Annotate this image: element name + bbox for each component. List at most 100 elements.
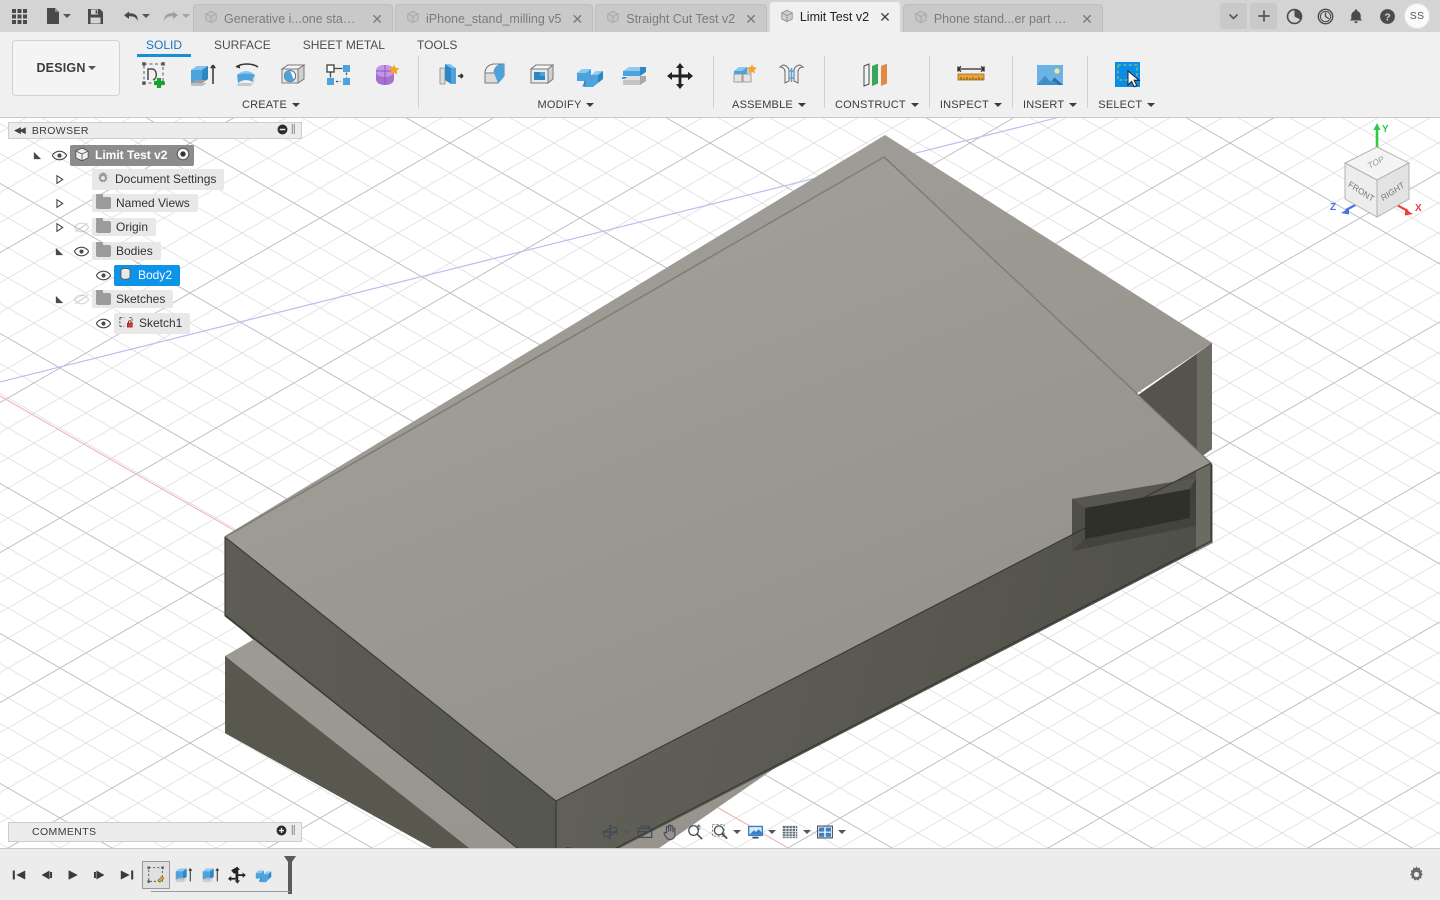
close-icon[interactable]: ✕ <box>371 12 383 26</box>
browser-node-label-wrap[interactable]: Bodies <box>92 242 161 260</box>
browser-node-origin[interactable]: Origin <box>8 215 302 239</box>
browser-node-limit-test-v2[interactable]: Limit Test v2 <box>8 143 302 167</box>
visibility-eye-icon[interactable] <box>92 270 114 281</box>
document-tab-4[interactable]: Phone stand...er part v3* ✕ <box>902 4 1103 32</box>
joint-tool[interactable] <box>770 55 814 97</box>
document-tab-3[interactable]: Limit Test v2 ✕ <box>768 1 901 32</box>
browser-node-bodies[interactable]: Bodies <box>8 239 302 263</box>
offset-plane-tool[interactable] <box>851 55 903 97</box>
ribbon-group-label-inspect[interactable]: INSPECT <box>940 99 1002 111</box>
timeline-sketch1[interactable] <box>142 860 170 889</box>
ribbon-group-label-select[interactable]: SELECT <box>1098 99 1156 111</box>
browser-node-label-wrap[interactable]: Sketch1 <box>114 312 191 334</box>
select-tool[interactable] <box>1101 55 1153 97</box>
browser-node-label-wrap[interactable]: Document Settings <box>92 168 225 190</box>
twisty-collapsed-icon[interactable] <box>48 174 70 185</box>
step-forward-button[interactable] <box>87 862 112 888</box>
notifications-bell-icon[interactable] <box>1342 3 1370 29</box>
visibility-eye-icon[interactable] <box>70 222 92 233</box>
history-clock-icon[interactable] <box>1311 3 1339 29</box>
browser-node-named-views[interactable]: Named Views <box>8 191 302 215</box>
insert-image-tool[interactable] <box>1024 55 1076 97</box>
split-face-tool[interactable] <box>613 55 657 97</box>
fit-tool[interactable] <box>708 819 742 845</box>
visibility-eye-icon[interactable] <box>70 294 92 305</box>
twisty-collapsed-icon[interactable] <box>48 222 70 233</box>
browser-node-sketch1[interactable]: Sketch1 <box>8 311 302 335</box>
add-comment-icon[interactable] <box>276 823 287 841</box>
timeline-settings-gear-icon[interactable] <box>1407 865 1426 884</box>
browser-node-label-wrap[interactable]: Sketches <box>92 290 174 308</box>
ribbon-group-label-assemble[interactable]: ASSEMBLE <box>732 99 806 111</box>
browser-node-label-wrap[interactable]: Origin <box>92 218 157 236</box>
help-icon[interactable]: ? <box>1373 3 1401 29</box>
visibility-eye-icon[interactable] <box>70 246 92 257</box>
ribbon-group-label-modify[interactable]: MODIFY <box>538 99 595 111</box>
combine-tool[interactable] <box>567 55 611 97</box>
user-avatar[interactable]: SS <box>1404 3 1430 29</box>
viewport-layout[interactable] <box>813 819 847 845</box>
new-component-tool[interactable] <box>724 55 768 97</box>
visibility-eye-icon[interactable] <box>48 150 70 161</box>
visibility-eye-icon[interactable] <box>92 318 114 329</box>
new-tab-plus-icon[interactable] <box>1250 3 1277 29</box>
twisty-expanded-icon[interactable] <box>48 246 70 257</box>
file-icon[interactable] <box>42 3 74 29</box>
look-at-tool[interactable] <box>633 819 657 845</box>
twisty-expanded-icon[interactable] <box>48 294 70 305</box>
grid-apps-icon[interactable] <box>6 3 32 29</box>
resize-handle-icon[interactable] <box>291 823 296 841</box>
document-tab-2[interactable]: Straight Cut Test v2 ✕ <box>595 4 767 32</box>
create-sketch-tool[interactable] <box>134 55 178 97</box>
step-back-button[interactable] <box>33 862 58 888</box>
activate-component-radio[interactable] <box>176 147 190 164</box>
timeline-marker-icon[interactable] <box>282 855 298 895</box>
shell-tool[interactable] <box>521 55 565 97</box>
undo-icon[interactable] <box>119 3 153 29</box>
extrude-tool[interactable] <box>180 55 224 97</box>
pan-tool[interactable] <box>658 819 682 845</box>
go-to-beginning-button[interactable] <box>6 862 31 888</box>
timeline-extrude2[interactable] <box>197 862 223 888</box>
close-icon[interactable]: ✕ <box>745 12 757 26</box>
twisty-collapsed-icon[interactable] <box>48 198 70 209</box>
redo-icon[interactable] <box>159 3 193 29</box>
pattern-tool[interactable] <box>318 55 362 97</box>
minimize-icon[interactable] <box>277 124 288 138</box>
view-cube[interactable]: Y Z X TOP FRONT RIGHT <box>1310 118 1434 230</box>
form-tool[interactable] <box>364 55 408 97</box>
fillet-tool[interactable] <box>475 55 519 97</box>
close-icon[interactable]: ✕ <box>1081 12 1093 26</box>
browser-node-document-settings[interactable]: Document Settings <box>8 167 302 191</box>
twisty-expanded-icon[interactable] <box>26 150 48 161</box>
ribbon-group-label-create[interactable]: CREATE <box>242 99 300 111</box>
orbit-tool[interactable] <box>598 819 632 845</box>
move-copy-tool[interactable] <box>659 55 703 97</box>
grid-and-snaps[interactable] <box>778 819 812 845</box>
ribbon-group-label-insert[interactable]: INSERT <box>1023 99 1078 111</box>
workspace-switcher-button[interactable]: DESIGN <box>12 40 120 96</box>
close-icon[interactable]: ✕ <box>572 12 584 26</box>
save-icon[interactable] <box>82 3 108 29</box>
play-button[interactable] <box>60 862 85 888</box>
comments-panel[interactable]: COMMENTS <box>8 822 302 842</box>
document-tab-1[interactable]: iPhone_stand_milling v5 ✕ <box>395 4 594 32</box>
close-icon[interactable]: ✕ <box>879 10 891 24</box>
zoom-tool[interactable] <box>683 819 707 845</box>
job-status-pie-icon[interactable] <box>1280 3 1308 29</box>
hole-tool[interactable] <box>272 55 316 97</box>
browser-node-label-wrap[interactable]: Limit Test v2 <box>70 144 195 166</box>
document-tab-0[interactable]: Generative i...one stand v3 ✕ <box>193 4 393 32</box>
measure-tool[interactable] <box>945 55 997 97</box>
timeline-move1[interactable] <box>224 862 250 888</box>
press-pull-tool[interactable] <box>429 55 473 97</box>
browser-node-sketches[interactable]: Sketches <box>8 287 302 311</box>
timeline-extrude1[interactable] <box>170 862 196 888</box>
display-settings[interactable] <box>743 819 777 845</box>
revolve-tool[interactable] <box>226 55 270 97</box>
tab-overflow-chevron-down-icon[interactable] <box>1220 3 1247 29</box>
resize-handle-icon[interactable] <box>291 123 296 138</box>
ribbon-group-label-construct[interactable]: CONSTRUCT <box>835 99 919 111</box>
browser-node-body2[interactable]: Body2 <box>8 263 302 287</box>
browser-node-label-wrap[interactable]: Named Views <box>92 194 198 212</box>
